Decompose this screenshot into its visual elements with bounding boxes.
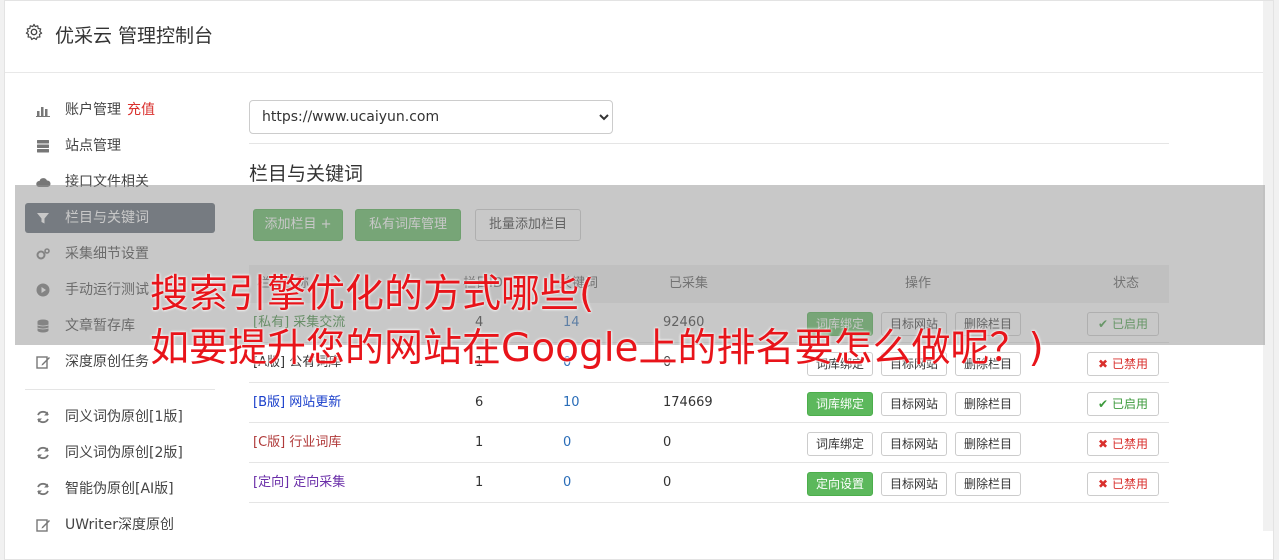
delete-column-button[interactable]: 删除栏目 xyxy=(955,392,1022,416)
status-toggle[interactable]: ✖ 已禁用 xyxy=(1087,432,1159,456)
sidebar-item-label: 同义词伪原创[2版] xyxy=(65,445,183,461)
sidebar-item-2[interactable]: 同义词伪原创[2版] xyxy=(25,438,215,468)
refresh-icon xyxy=(37,446,49,460)
edit-icon xyxy=(36,519,50,532)
table-row: [C版] 行业词库 1 0 0 词库绑定 目标网站 删除栏目 ✖ 已禁用 xyxy=(249,423,1169,463)
recharge-link[interactable]: 充值 xyxy=(127,102,155,118)
sidebar-item-1[interactable]: 账户管理 充值 xyxy=(25,95,215,125)
target-site-button[interactable]: 目标网站 xyxy=(881,392,948,416)
column-name-link[interactable]: [C版] 行业词库 xyxy=(253,423,341,462)
divider xyxy=(249,143,1169,144)
column-name-link[interactable]: [定向] 定向采集 xyxy=(253,463,345,502)
delete-column-button[interactable]: 删除栏目 xyxy=(955,432,1022,456)
section-title: 栏目与关键词 xyxy=(249,163,364,185)
sidebar-item-2[interactable]: 站点管理 xyxy=(25,131,215,161)
sidebar-item-label: 智能伪原创[AI版] xyxy=(65,481,174,497)
overlay-line-2: 如要提升您的网站在Google上的排名要怎么做呢？) xyxy=(150,326,1044,371)
overlay-headline: 搜索引擎优化的方式哪些( 如要提升您的网站在Google上的排名要怎么做呢？) xyxy=(150,268,1270,376)
status-toggle[interactable]: ✔ 已启用 xyxy=(1087,392,1159,416)
close-icon: ✖ xyxy=(1098,437,1109,451)
sidebar-item-label: 同义词伪原创[1版] xyxy=(65,409,183,425)
gear-icon xyxy=(25,23,43,41)
table-row: [定向] 定向采集 1 0 0 定向设置 目标网站 删除栏目 ✖ 已禁用 xyxy=(249,463,1169,503)
sidebar-item-label: 账户管理 充值 xyxy=(65,102,155,118)
sidebar-item-1[interactable]: 同义词伪原创[1版] xyxy=(25,402,215,432)
site-select[interactable]: https://www.ucaiyun.com xyxy=(249,100,613,134)
collected-count: 174669 xyxy=(663,395,713,410)
bind-library-button[interactable]: 词库绑定 xyxy=(807,392,874,416)
close-icon: ✖ xyxy=(1098,477,1109,491)
column-id: 1 xyxy=(475,475,484,490)
column-id: 1 xyxy=(475,435,484,450)
table-row: [B版] 网站更新 6 10 174669 词库绑定 目标网站 删除栏目 ✔ 已启用 xyxy=(249,383,1169,423)
overlay-line-1: 搜索引擎优化的方式哪些( xyxy=(150,272,595,317)
refresh-icon xyxy=(37,482,49,496)
target-site-button[interactable]: 目标网站 xyxy=(881,472,948,496)
keyword-count-link[interactable]: 0 xyxy=(563,463,571,502)
keyword-count-link[interactable]: 0 xyxy=(563,423,571,462)
collected-count: 0 xyxy=(663,475,672,490)
status-toggle[interactable]: ✖ 已禁用 xyxy=(1087,472,1159,496)
column-id: 6 xyxy=(475,395,484,410)
column-name-link[interactable]: [B版] 网站更新 xyxy=(253,383,341,422)
sidebar-item-label: 深度原创任务 xyxy=(65,354,149,370)
edit-icon xyxy=(36,356,50,369)
sidebar-item-3[interactable]: 智能伪原创[AI版] xyxy=(25,474,215,504)
keyword-count-link[interactable]: 10 xyxy=(563,383,580,422)
sidebar-divider xyxy=(25,389,215,390)
target-site-button[interactable]: 目标网站 xyxy=(881,432,948,456)
sidebar-item-label: UWriter深度原创 xyxy=(65,517,174,533)
page-header: 优采云 管理控制台 xyxy=(5,1,1273,73)
sidebar-item-label: 站点管理 xyxy=(65,138,121,154)
bind-library-button[interactable]: 词库绑定 xyxy=(807,432,874,456)
check-icon: ✔ xyxy=(1098,397,1109,411)
sidebar-item-4[interactable]: UWriter深度原创 xyxy=(25,510,215,540)
delete-column-button[interactable]: 删除栏目 xyxy=(955,472,1022,496)
bar-chart-icon xyxy=(36,107,50,117)
bind-library-button[interactable]: 定向设置 xyxy=(807,472,874,496)
server-icon xyxy=(37,140,49,153)
page-title: 优采云 管理控制台 xyxy=(55,25,214,47)
collected-count: 0 xyxy=(663,435,672,450)
refresh-icon xyxy=(37,410,49,424)
